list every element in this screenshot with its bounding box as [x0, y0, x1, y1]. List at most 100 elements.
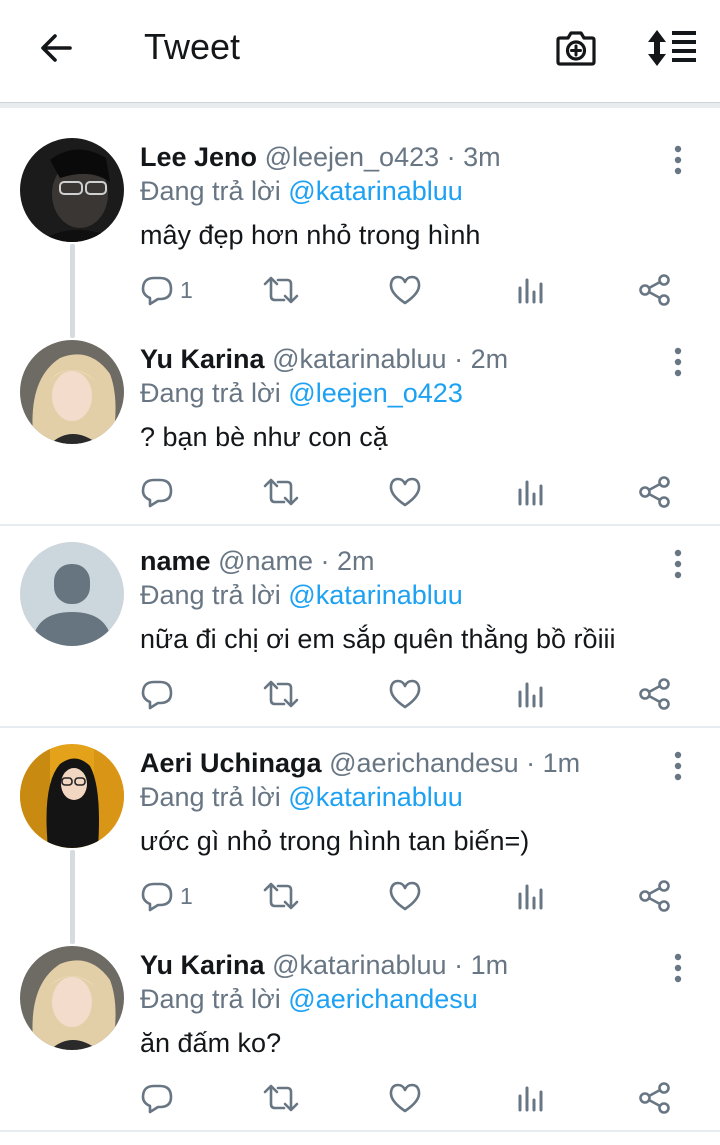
- avatar[interactable]: [20, 542, 124, 646]
- tweet[interactable]: Aeri Uchinaga @aerichandesu · 1m Đang tr…: [0, 744, 720, 924]
- header-divider: [0, 102, 720, 108]
- heart-icon: [389, 881, 421, 911]
- author-handle[interactable]: @name: [218, 546, 313, 576]
- analytics-button[interactable]: [516, 1076, 546, 1120]
- share-icon: [639, 1082, 670, 1114]
- like-button[interactable]: [388, 1076, 422, 1120]
- heart-icon: [389, 679, 421, 709]
- author-name[interactable]: Aeri Uchinaga: [140, 748, 322, 778]
- mention-link[interactable]: @aerichandesu: [288, 984, 478, 1014]
- share-button[interactable]: [638, 672, 672, 716]
- replying-to: Đang trả lời @katarinabluu: [140, 578, 463, 612]
- add-photo-button[interactable]: [552, 24, 600, 72]
- reply-button[interactable]: 1: [140, 268, 193, 312]
- divider: [0, 524, 720, 526]
- share-button[interactable]: [638, 874, 672, 918]
- avatar[interactable]: [20, 138, 124, 242]
- author-name[interactable]: Lee Jeno: [140, 142, 257, 172]
- replying-to: Đang trả lời @leejen_o423: [140, 376, 463, 410]
- page-title: Tweet: [144, 26, 241, 67]
- reply-icon: [141, 478, 173, 508]
- reply-icon: [141, 680, 173, 710]
- more-options-button[interactable]: [662, 140, 694, 180]
- share-button[interactable]: [638, 268, 672, 312]
- tweet[interactable]: name @name · 2m Đang trả lời @katarinabl…: [0, 542, 720, 722]
- tweet-text: mây đẹp hơn nhỏ trong hình: [140, 220, 481, 250]
- mention-link[interactable]: @katarinabluu: [288, 782, 463, 812]
- more-vertical-icon: [674, 751, 682, 781]
- author-name[interactable]: Yu Karina: [140, 344, 265, 374]
- author-handle[interactable]: @aerichandesu: [329, 748, 519, 778]
- reply-button[interactable]: [140, 1076, 180, 1120]
- reply-icon: [141, 882, 173, 912]
- reply-button[interactable]: 1: [140, 874, 193, 918]
- tweet[interactable]: Lee Jeno @leejen_o423 · 3m Đang trả lời …: [0, 138, 720, 318]
- tweet[interactable]: Yu Karina @katarinabluu · 2m Đang trả lờ…: [0, 340, 720, 520]
- share-icon: [639, 678, 670, 710]
- like-button[interactable]: [388, 874, 422, 918]
- share-button[interactable]: [638, 470, 672, 514]
- analytics-button[interactable]: [516, 268, 546, 312]
- reply-button[interactable]: [140, 470, 180, 514]
- more-vertical-icon: [674, 549, 682, 579]
- avatar[interactable]: [20, 946, 124, 1050]
- retweet-icon: [263, 680, 299, 708]
- avatar[interactable]: [20, 744, 124, 848]
- avatar[interactable]: [20, 340, 124, 444]
- analytics-button[interactable]: [516, 470, 546, 514]
- tweet-header: Yu Karina @katarinabluu · 2m: [140, 342, 508, 376]
- like-button[interactable]: [388, 268, 422, 312]
- back-button[interactable]: [34, 26, 78, 70]
- tweet-text: ăn đấm ko?: [140, 1028, 282, 1058]
- author-name[interactable]: name: [140, 546, 211, 576]
- reply-button[interactable]: [140, 672, 180, 716]
- heart-icon: [389, 275, 421, 305]
- replying-to-label: Đang trả lời: [140, 984, 281, 1014]
- like-button[interactable]: [388, 470, 422, 514]
- tweet-header: Yu Karina @katarinabluu · 1m: [140, 948, 508, 982]
- sort-button[interactable]: [644, 24, 700, 72]
- tweet-text: nữa đi chị ơi em sắp quên thằng bồ rồiii: [140, 624, 616, 654]
- more-vertical-icon: [674, 145, 682, 175]
- retweet-button[interactable]: [262, 874, 300, 918]
- camera-add-icon: [556, 31, 596, 66]
- author-handle[interactable]: @leejen_o423: [265, 142, 440, 172]
- analytics-icon: [518, 884, 543, 910]
- analytics-button[interactable]: [516, 672, 546, 716]
- author-name[interactable]: Yu Karina: [140, 950, 265, 980]
- like-button[interactable]: [388, 672, 422, 716]
- mention-link[interactable]: @katarinabluu: [288, 580, 463, 610]
- analytics-icon: [518, 480, 543, 506]
- more-options-button[interactable]: [662, 948, 694, 988]
- more-options-button[interactable]: [662, 544, 694, 584]
- more-options-button[interactable]: [662, 746, 694, 786]
- heart-icon: [389, 1083, 421, 1113]
- tweet-text: ? bạn bè như con cặ: [140, 422, 388, 452]
- analytics-icon: [518, 682, 543, 708]
- retweet-button[interactable]: [262, 268, 300, 312]
- retweet-button[interactable]: [262, 1076, 300, 1120]
- analytics-button[interactable]: [516, 874, 546, 918]
- tweet[interactable]: Yu Karina @katarinabluu · 1m Đang trả lờ…: [0, 946, 720, 1126]
- arrow-left-icon: [41, 34, 72, 62]
- author-handle[interactable]: @katarinabluu: [272, 950, 447, 980]
- retweet-button[interactable]: [262, 672, 300, 716]
- tweet-text: ước gì nhỏ trong hình tan biến=): [140, 826, 530, 856]
- retweet-icon: [263, 478, 299, 506]
- reply-count: 1: [180, 276, 193, 303]
- mention-link[interactable]: @leejen_o423: [288, 378, 463, 408]
- replying-to-label: Đang trả lời: [140, 176, 281, 206]
- mention-link[interactable]: @katarinabluu: [288, 176, 463, 206]
- share-icon: [639, 274, 670, 306]
- analytics-icon: [518, 1086, 543, 1112]
- replying-to: Đang trả lời @katarinabluu: [140, 780, 463, 814]
- timestamp: · 3m: [446, 142, 501, 172]
- share-button[interactable]: [638, 1076, 672, 1120]
- replying-to: Đang trả lời @katarinabluu: [140, 174, 463, 208]
- replying-to-label: Đang trả lời: [140, 782, 281, 812]
- retweet-button[interactable]: [262, 470, 300, 514]
- tweet-header: Aeri Uchinaga @aerichandesu · 1m: [140, 746, 580, 780]
- author-handle[interactable]: @katarinabluu: [272, 344, 447, 374]
- timestamp: · 1m: [526, 748, 581, 778]
- more-options-button[interactable]: [662, 342, 694, 382]
